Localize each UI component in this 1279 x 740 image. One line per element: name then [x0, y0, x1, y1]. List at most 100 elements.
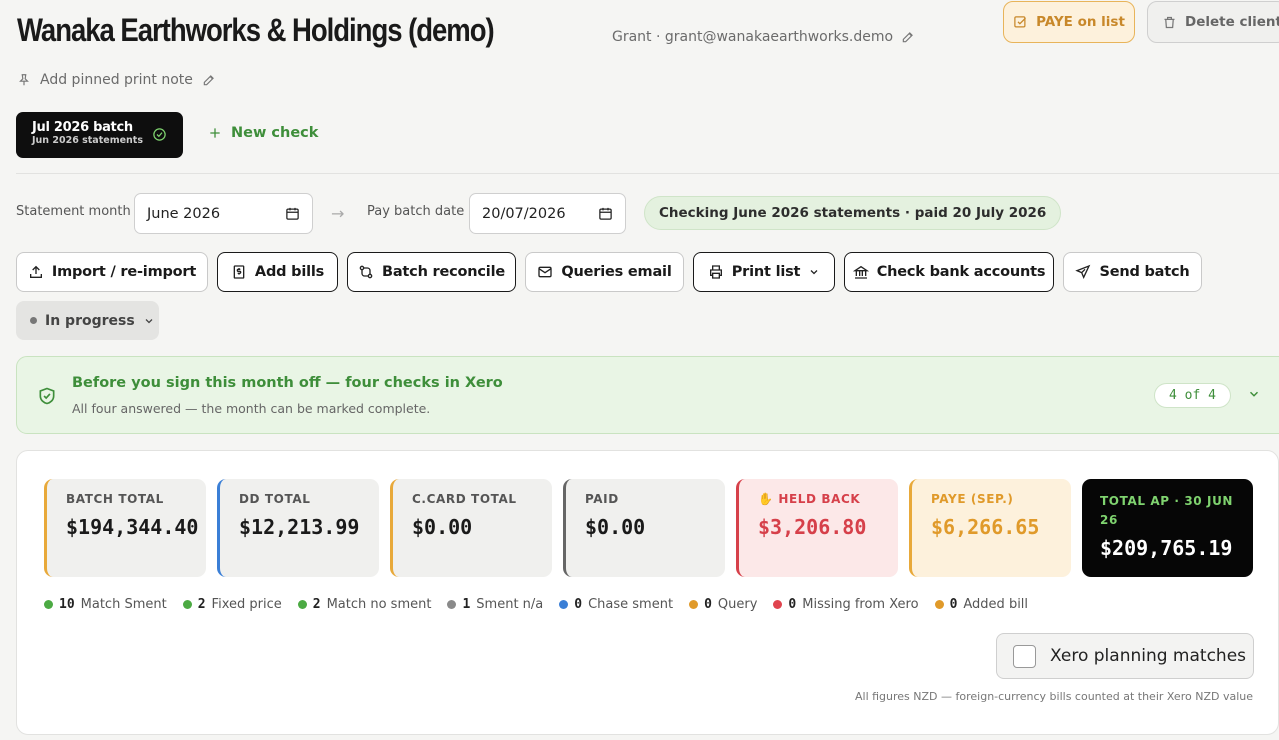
pay-batch-date-value: 20/07/2026: [482, 205, 566, 222]
card-value: $6,266.65: [931, 515, 1040, 539]
mail-icon: [538, 266, 553, 278]
shield-check-icon: [39, 387, 55, 405]
ccard-total-card: C.CARD TOTAL $0.00: [390, 479, 552, 577]
legend-item[interactable]: 0 Added bill: [934, 597, 1028, 612]
printer-icon: [709, 265, 722, 279]
paid-card: PAID $0.00: [563, 479, 725, 577]
status-dot: [30, 317, 37, 324]
paye-on-list-button[interactable]: PAYE on list: [1003, 1, 1135, 43]
paye-label: PAYE on list: [1036, 14, 1125, 30]
legend-label: Sment n/a: [476, 597, 544, 612]
signoff-checks-banner[interactable]: Before you sign this month off — four ch…: [16, 356, 1279, 434]
legend-dot: [44, 600, 53, 609]
legend-item[interactable]: 0 Query: [689, 597, 757, 612]
card-label: ✋ HELD BACK: [758, 492, 861, 506]
legend-label: Missing from Xero: [802, 597, 919, 612]
legend-count: 0: [788, 597, 797, 612]
queries-email-button[interactable]: Queries email: [525, 252, 684, 292]
pinned-note-label: Add pinned print note: [40, 72, 193, 88]
card-label: PAID: [585, 492, 619, 506]
signoff-title: Before you sign this month off — four ch…: [72, 375, 503, 391]
pay-batch-date-label: Pay batch date: [367, 204, 465, 219]
receipt-icon: [233, 265, 245, 279]
statement-month-input[interactable]: June 2026: [134, 193, 313, 234]
arrow-right-icon: →: [331, 204, 345, 223]
card-value: $3,206.80: [758, 515, 867, 539]
pinned-note[interactable]: Add pinned print note: [17, 72, 216, 88]
chevron-down-icon: [145, 318, 153, 323]
chevron-down-icon[interactable]: [1247, 387, 1261, 401]
legend-item[interactable]: 1 Sment n/a: [447, 597, 543, 612]
xero-planning-label: Xero planning matches: [1050, 646, 1247, 666]
edit-pencil-icon[interactable]: [202, 73, 216, 87]
legend-count: 0: [574, 597, 583, 612]
legend-dot: [689, 600, 699, 609]
status-dropdown[interactable]: In progress: [16, 301, 159, 340]
legend-label: Query: [717, 597, 758, 612]
check-bank-accounts-button[interactable]: Check bank accounts: [844, 252, 1054, 292]
git-compare-icon: [359, 265, 373, 279]
client-contact[interactable]: Grant · grant@wanakaearthworks.demo: [612, 29, 915, 45]
trash-icon: [1164, 16, 1175, 28]
legend-dot: [934, 600, 944, 609]
xero-planning-checkbox[interactable]: [1013, 644, 1036, 668]
card-label: DD TOTAL: [239, 492, 311, 506]
calendar-icon[interactable]: [285, 206, 300, 221]
card-value: $0.00: [412, 515, 473, 539]
legend-item[interactable]: 2 Fixed price: [182, 597, 282, 612]
card-value: $194,344.40: [66, 515, 199, 539]
new-check-label: New check: [231, 125, 319, 141]
legend-count: 1: [462, 597, 471, 612]
legend-label: Match Sment: [80, 597, 167, 612]
import-button[interactable]: Import / re-import: [16, 252, 208, 292]
held-back-card: ✋ HELD BACK $3,206.80: [736, 479, 898, 577]
card-value: $0.00: [585, 515, 646, 539]
check-circle-icon: [153, 128, 166, 141]
xero-planning-toggle[interactable]: Xero planning matches: [996, 633, 1254, 679]
legend-item[interactable]: 2 Match no sment: [297, 597, 432, 612]
print-list-button[interactable]: Print list: [693, 252, 835, 292]
delete-client-button[interactable]: Delete client: [1147, 1, 1279, 43]
pay-batch-date-input[interactable]: 20/07/2026: [469, 193, 626, 234]
batch-reconcile-button[interactable]: Batch reconcile: [347, 252, 516, 292]
delete-label: Delete client: [1185, 14, 1279, 30]
total-ap-card: TOTAL AP · 30 JUN 26 $209,765.19: [1082, 479, 1253, 577]
add-bills-label: Add bills: [254, 264, 325, 280]
edit-pencil-icon[interactable]: [901, 30, 915, 44]
card-value: $12,213.99: [239, 515, 360, 539]
legend-item[interactable]: 0 Chase sment: [559, 597, 673, 612]
batch-reconcile-label: Batch reconcile: [382, 264, 505, 280]
calendar-icon[interactable]: [598, 206, 613, 221]
statement-month-value: June 2026: [147, 205, 221, 222]
legend-item[interactable]: 10 Match Sment: [44, 597, 167, 612]
currency-footnote: All figures NZD — foreign-currency bills…: [854, 690, 1253, 703]
page-title: Wanaka Earthworks & Holdings (demo): [17, 12, 495, 48]
totals-panel: BATCH TOTAL $194,344.40 DD TOTAL $12,213…: [16, 450, 1279, 735]
batch-tab-active[interactable]: Jul 2026 batch Jun 2026 statements: [16, 112, 183, 158]
legend-label: Chase sment: [588, 597, 674, 612]
card-label: BATCH TOTAL: [66, 492, 164, 506]
send-batch-button[interactable]: Send batch: [1063, 252, 1202, 292]
paye-sep-card: PAYE (SEP.) $6,266.65: [909, 479, 1071, 577]
upload-icon: [29, 265, 42, 278]
send-batch-label: Send batch: [1099, 264, 1190, 280]
add-bills-button[interactable]: Add bills: [217, 252, 338, 292]
status-legend: 10 Match Sment 2 Fixed price 2 Match no sme…: [44, 597, 1028, 612]
signoff-count-badge: 4 of 4: [1154, 383, 1231, 408]
new-check-button[interactable]: New check: [208, 125, 318, 141]
pin-icon: [19, 74, 29, 86]
statement-month-label: Statement month: [16, 204, 131, 219]
check-bank-accounts-label: Check bank accounts: [876, 264, 1046, 280]
legend-dot: [447, 600, 457, 609]
legend-item[interactable]: 0 Missing from Xero: [773, 597, 919, 612]
contact-text: Grant · grant@wanakaearthworks.demo: [612, 29, 894, 45]
divider: [16, 173, 1279, 174]
card-value: $209,765.19: [1100, 536, 1233, 560]
print-list-label: Print list: [731, 264, 801, 280]
dd-total-card: DD TOTAL $12,213.99: [217, 479, 379, 577]
card-label: C.CARD TOTAL: [412, 492, 517, 506]
card-label: TOTAL AP · 30 JUN 26: [1100, 494, 1234, 527]
legend-label: Match no sment: [326, 597, 432, 612]
import-label: Import / re-import: [51, 264, 197, 280]
legend-dot: [559, 600, 569, 609]
